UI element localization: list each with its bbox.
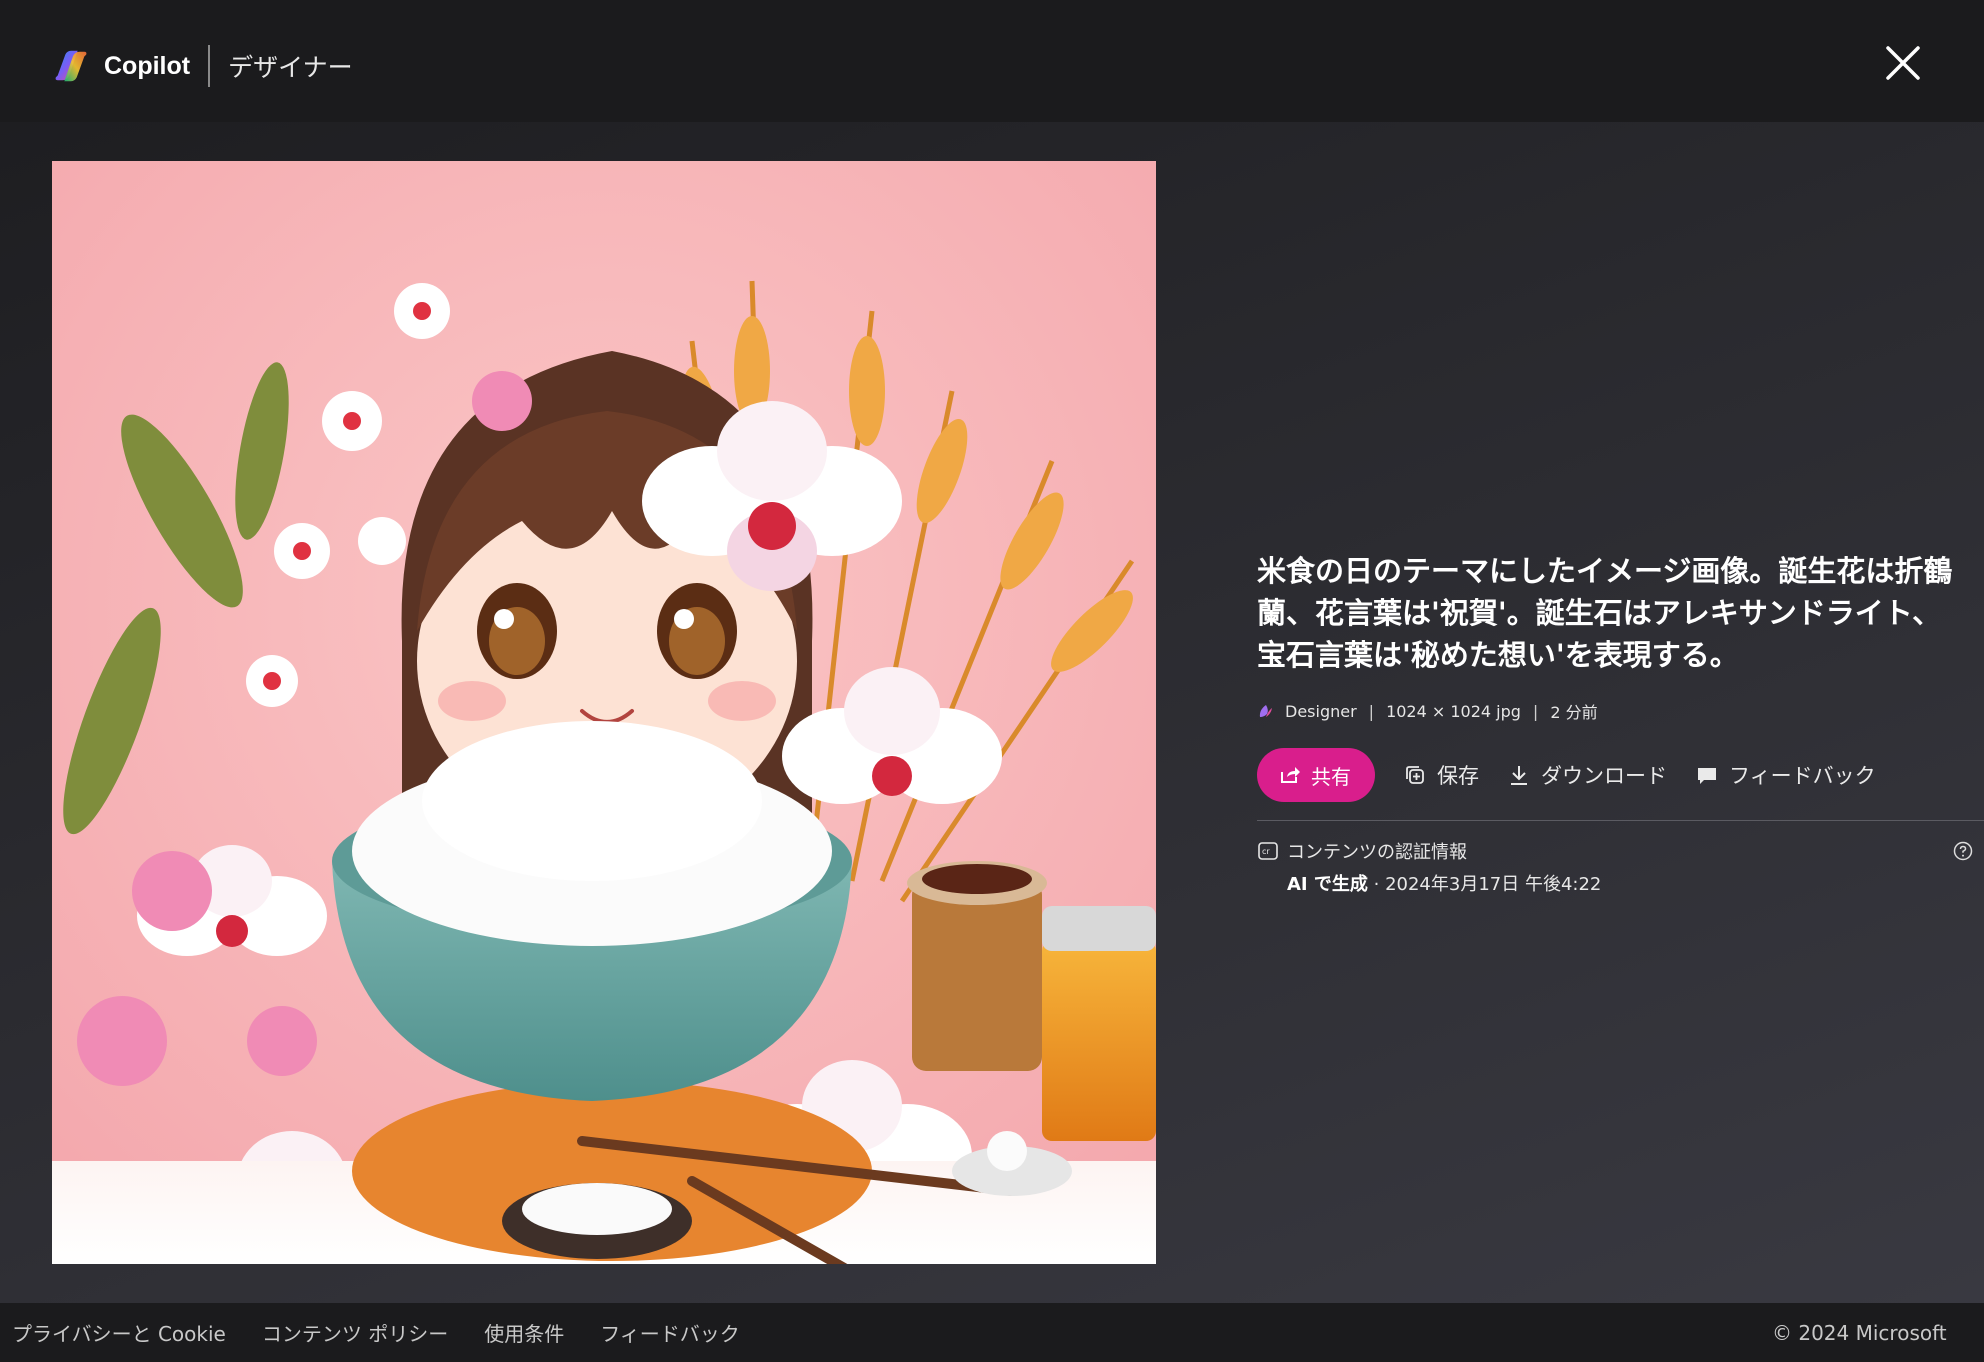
meta-separator: | [1368, 701, 1375, 721]
section-divider [1257, 820, 1984, 821]
footer: プライバシーと Cookie コンテンツ ポリシー 使用条件 フィードバック ©… [0, 1303, 1984, 1362]
download-icon [1511, 766, 1527, 785]
image-time: 2 分前 [1550, 703, 1598, 722]
close-icon[interactable] [1884, 44, 1922, 82]
help-icon[interactable] [1953, 841, 1973, 861]
generated-image-illustration [52, 161, 1156, 1264]
share-label: 共有 [1311, 764, 1351, 789]
share-button[interactable]: 共有 [1257, 748, 1375, 802]
generated-image[interactable] [52, 161, 1156, 1264]
save-button[interactable]: 保存 [1403, 760, 1479, 790]
ai-generated-label: AI で生成 [1287, 874, 1368, 895]
share-icon [1281, 767, 1300, 783]
footer-terms-link[interactable]: 使用条件 [484, 1318, 564, 1347]
feedback-button[interactable]: フィードバック [1695, 760, 1876, 790]
brand-divider [208, 45, 211, 87]
meta-separator: | [1532, 701, 1539, 721]
save-label: 保存 [1437, 764, 1479, 788]
footer-feedback-link[interactable]: フィードバック [600, 1318, 740, 1347]
image-source: Designer [1285, 701, 1357, 721]
footer-privacy-link[interactable]: プライバシーと Cookie [12, 1318, 226, 1347]
copyright: © 2024 Microsoft [1772, 1321, 1947, 1345]
download-label: ダウンロード [1541, 764, 1667, 788]
svg-text:cr: cr [1262, 847, 1270, 856]
image-prompt-title: 米食の日のテーマにしたイメージ画像。誕生花は折鶴蘭、花言葉は'祝賀'。誕生石はア… [1257, 554, 1953, 672]
credentials-detail: AI で生成 · 2024年3月17日 午後4:22 [1287, 870, 1601, 896]
image-metadata: Designer | 1024 × 1024 jpg | 2 分前 [1257, 699, 1598, 723]
image-size: 1024 × 1024 jpg [1386, 701, 1521, 721]
feedback-label: フィードバック [1729, 764, 1876, 788]
credentials-label: コンテンツの認証情報 [1287, 842, 1467, 863]
save-collection-icon [1406, 766, 1424, 784]
brand-name: Copilot [104, 51, 191, 80]
credentials-date: · 2024年3月17日 午後4:22 [1367, 874, 1602, 895]
content-credentials-icon: cr [1258, 842, 1278, 860]
top-bar: Copilot デザイナー [0, 0, 1984, 122]
action-bar: 共有 保存 ダウンロード フィードバック [1257, 748, 1876, 802]
download-button[interactable]: ダウンロード [1507, 760, 1667, 790]
designer-icon [1259, 705, 1272, 717]
content-credentials: cr コンテンツの認証情報 AI で生成 · 2024年3月17日 午後4:22 [1257, 838, 1601, 896]
logo-group[interactable]: Copilot デザイナー [52, 44, 353, 88]
copilot-logo-icon [55, 50, 87, 82]
feedback-icon [1698, 768, 1716, 784]
sub-brand-name: デザイナー [228, 53, 353, 82]
footer-content-policy-link[interactable]: コンテンツ ポリシー [262, 1318, 448, 1347]
